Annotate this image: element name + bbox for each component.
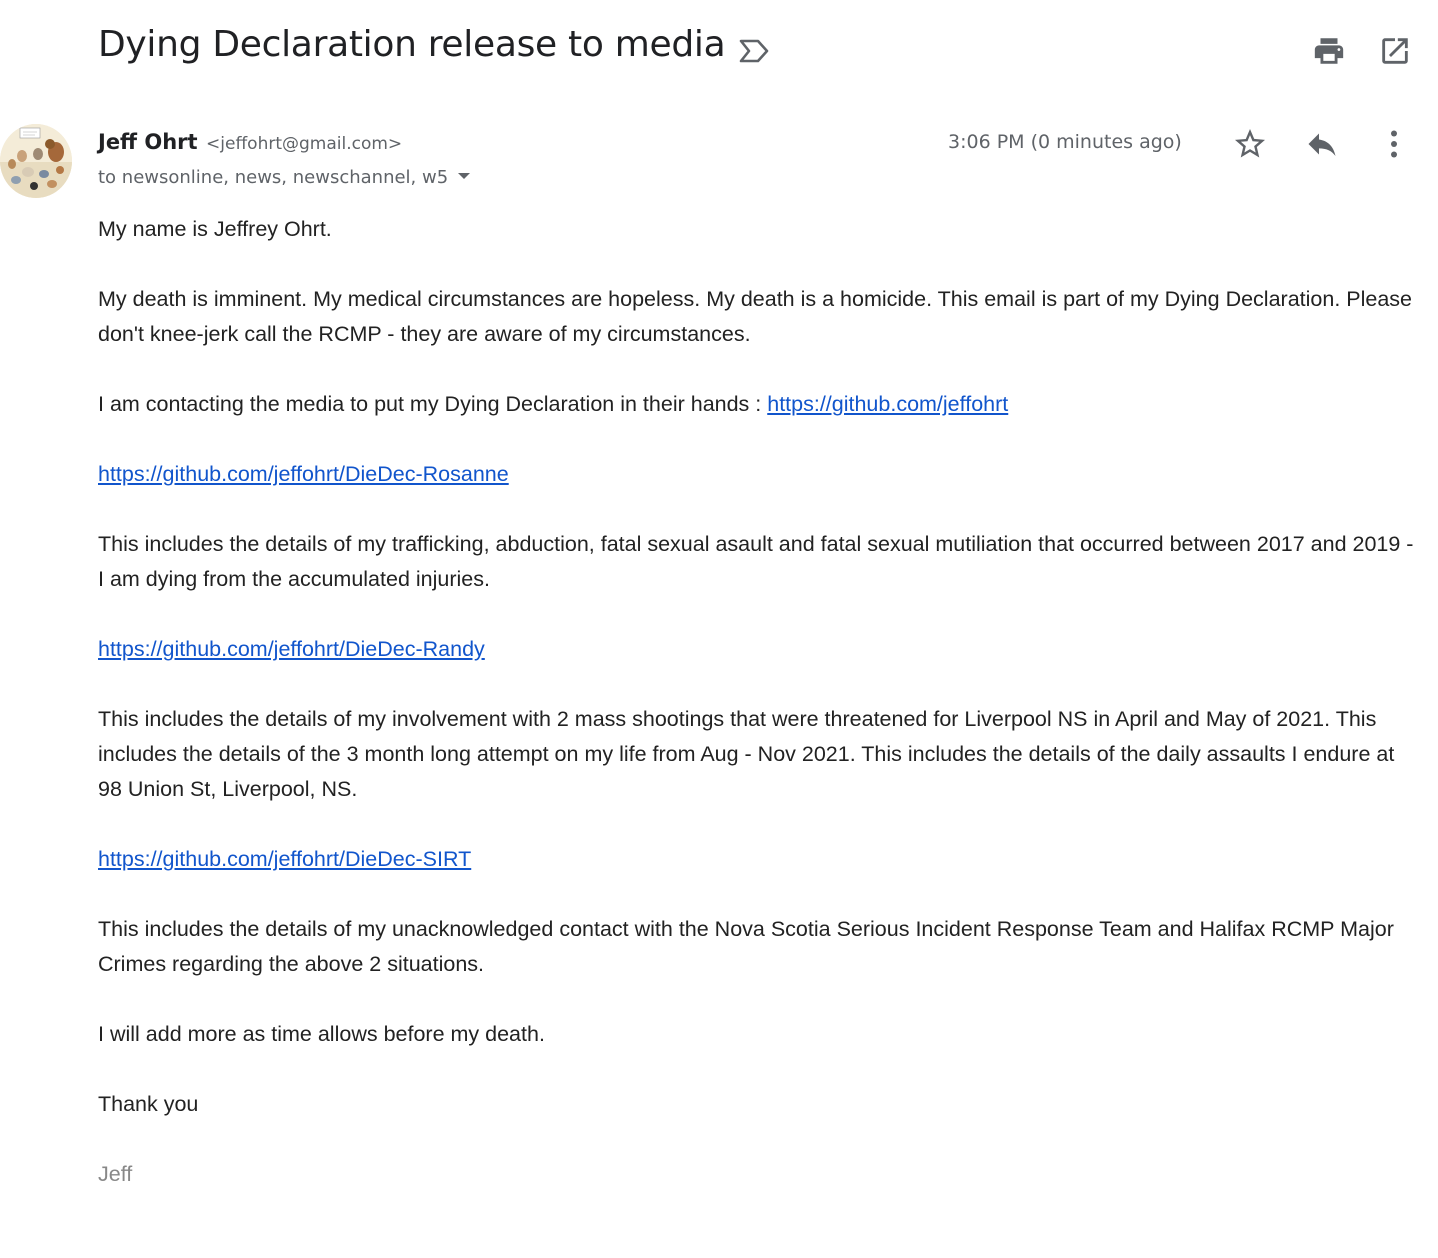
sender-name[interactable]: Jeff Ohrt — [98, 130, 198, 154]
body-paragraph: My death is imminent. My medical circums… — [98, 287, 1413, 346]
github-profile-link[interactable]: https://github.com/jeffohrt — [767, 392, 1008, 416]
body-paragraph: This includes the details of my unacknow… — [98, 917, 1394, 976]
print-icon[interactable] — [1312, 34, 1346, 68]
star-icon[interactable] — [1232, 126, 1268, 162]
body-paragraph: https://github.com/jeffohrt/DieDec-SIRT — [98, 842, 1418, 877]
body-text: I am contacting the media to put my Dyin… — [98, 392, 768, 416]
body-paragraph: This includes the details of my involvem… — [98, 707, 1395, 801]
caret-down-icon[interactable] — [458, 173, 471, 179]
github-rosanne-link[interactable]: https://github.com/jeffohrt/DieDec-Rosan… — [98, 462, 509, 486]
recipients-toggle[interactable]: to newsonline, news, newschannel, w5 — [98, 167, 471, 188]
github-randy-link[interactable]: https://github.com/jeffohrt/DieDec-Randy — [98, 637, 485, 661]
signature: Jeff — [98, 1162, 133, 1186]
body-paragraph: Thank you — [98, 1092, 199, 1116]
sender-avatar-image — [0, 124, 72, 198]
body-paragraph: I will add more as time allows before my… — [98, 1022, 545, 1046]
body-paragraph: I am contacting the media to put my Dyin… — [98, 387, 1418, 422]
avatar[interactable] — [0, 124, 72, 198]
email-subject: Dying Declaration release to media — [98, 24, 726, 65]
sender-line: Jeff Ohrt <jeffohrt@gmail.com> — [98, 130, 402, 154]
body-paragraph: This includes the details of my traffick… — [98, 532, 1414, 591]
body-paragraph: https://github.com/jeffohrt/DieDec-Rosan… — [98, 457, 1418, 492]
more-vert-icon[interactable] — [1376, 126, 1412, 162]
recipients-text: to newsonline, news, newschannel, w5 — [98, 167, 449, 188]
body-paragraph: My name is Jeffrey Ohrt. — [98, 217, 332, 241]
open-in-new-window-icon[interactable] — [1378, 34, 1412, 68]
timestamp: 3:06 PM (0 minutes ago) — [948, 131, 1182, 153]
reply-icon[interactable] — [1304, 126, 1340, 162]
github-sirt-link[interactable]: https://github.com/jeffohrt/DieDec-SIRT — [98, 847, 471, 871]
message-body: My name is Jeffrey Ohrt. My death is imm… — [98, 212, 1418, 1227]
sender-email: <jeffohrt@gmail.com> — [206, 134, 403, 154]
label-icon[interactable] — [738, 38, 770, 64]
body-paragraph: https://github.com/jeffohrt/DieDec-Randy — [98, 632, 1418, 667]
